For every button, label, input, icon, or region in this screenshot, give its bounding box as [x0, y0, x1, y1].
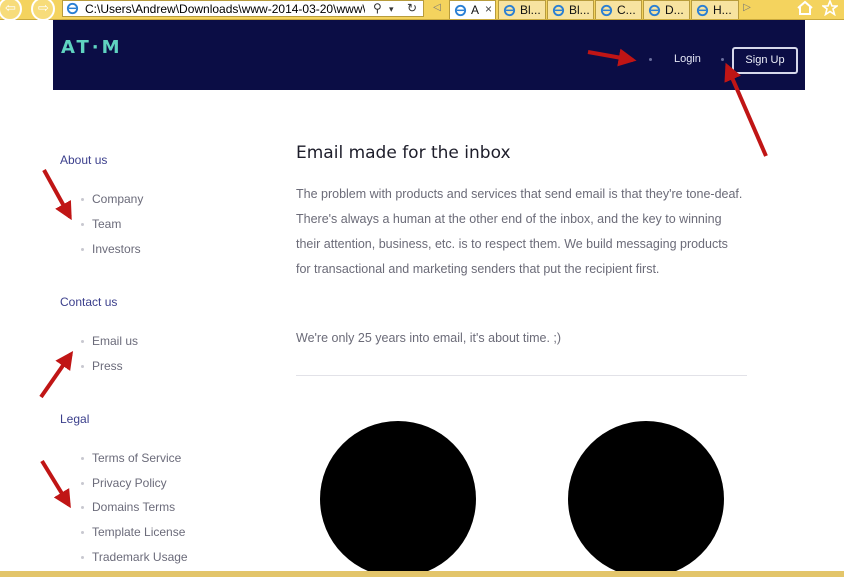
- list-bullet: [81, 531, 84, 534]
- tagline: We're only 25 years into email, it's abo…: [296, 331, 562, 345]
- sidebar-item-terms[interactable]: Terms of Service: [92, 451, 181, 465]
- ie-tab-icon: [696, 4, 709, 17]
- tab[interactable]: Bl...: [547, 0, 594, 19]
- page-title: Email made for the inbox: [296, 143, 511, 163]
- address-bar[interactable]: C:\Users\Andrew\Downloads\www-2014-03-20…: [62, 0, 424, 17]
- list-bullet: [81, 556, 84, 559]
- forward-button[interactable]: ⇨: [31, 0, 55, 21]
- favorites-star-icon[interactable]: [822, 0, 838, 16]
- sidebar-item-trademark-usage[interactable]: Trademark Usage: [92, 550, 188, 564]
- tab-label: Bl...: [569, 3, 590, 17]
- list-bullet: [81, 340, 84, 343]
- tab-label: D...: [665, 3, 684, 17]
- sidebar-item-privacy[interactable]: Privacy Policy: [92, 476, 167, 490]
- sidebar-item-template-license[interactable]: Template License: [92, 525, 185, 539]
- sidebar-item-company[interactable]: Company: [92, 192, 143, 206]
- intro-paragraph: The problem with products and services t…: [296, 187, 743, 276]
- ie-tab-icon: [600, 4, 613, 17]
- home-icon[interactable]: [796, 0, 814, 16]
- back-button[interactable]: ⇦: [0, 0, 22, 21]
- sidebar-item-investors[interactable]: Investors: [92, 242, 141, 256]
- login-link[interactable]: Login: [674, 53, 701, 65]
- site-header: AT·M Login Sign Up: [53, 20, 805, 90]
- list-bullet: [81, 223, 84, 226]
- tab[interactable]: Bl...: [498, 0, 546, 19]
- list-bullet: [81, 248, 84, 251]
- tab[interactable]: C...: [595, 0, 642, 19]
- avatar: [568, 421, 724, 577]
- avatar: [320, 421, 476, 577]
- dropdown-icon[interactable]: ▾: [389, 4, 394, 15]
- sidebar-item-email-us[interactable]: Email us: [92, 334, 138, 348]
- list-bullet: [81, 198, 84, 201]
- tab[interactable]: D...: [643, 0, 690, 19]
- tab-label: A: [471, 3, 480, 17]
- sidebar-item-domains-terms[interactable]: Domains Terms: [92, 500, 175, 514]
- refresh-icon[interactable]: ↻: [407, 1, 417, 15]
- list-bullet: [81, 457, 84, 460]
- address-url[interactable]: C:\Users\Andrew\Downloads\www-2014-03-20…: [85, 2, 365, 16]
- list-bullet: [81, 482, 84, 485]
- ie-tab-icon: [552, 4, 565, 17]
- ie-tab-icon: [454, 4, 467, 17]
- logo[interactable]: AT·M: [61, 37, 123, 58]
- divider: [296, 375, 747, 376]
- arrow-icon: [39, 351, 74, 399]
- arrow-icon: [40, 459, 71, 509]
- tab[interactable]: H...: [691, 0, 739, 19]
- nav-dot: [721, 58, 724, 61]
- search-icon[interactable]: ⚲: [373, 1, 382, 15]
- tab-close-icon[interactable]: ×: [485, 2, 492, 16]
- status-bar: [0, 571, 844, 577]
- sidebar-heading-about: About us: [60, 153, 108, 167]
- ie-tab-icon: [503, 4, 516, 17]
- tab-label: C...: [617, 3, 636, 17]
- tab-label: H...: [713, 3, 732, 17]
- list-bullet: [81, 506, 84, 509]
- browser-toolbar: ⇦ ⇨ C:\Users\Andrew\Downloads\www-2014-0…: [0, 0, 844, 21]
- sidebar-heading-contact: Contact us: [60, 295, 118, 309]
- arrow-icon: [42, 169, 72, 221]
- sidebar-heading-legal: Legal: [60, 412, 90, 426]
- back-arrow-icon: ⇦: [5, 1, 16, 16]
- sidebar-item-team[interactable]: Team: [92, 217, 121, 231]
- ie-page-icon: [66, 2, 79, 15]
- nav-dot: [649, 58, 652, 61]
- forward-arrow-icon: ⇨: [38, 1, 49, 16]
- sidebar-item-press[interactable]: Press: [92, 359, 123, 373]
- ie-tab-icon: [648, 4, 661, 17]
- tab-label: Bl...: [520, 3, 541, 17]
- signup-button[interactable]: Sign Up: [732, 47, 798, 74]
- tab-scroll-left-icon[interactable]: ◁: [431, 0, 443, 18]
- tab-scroll-right-icon[interactable]: ▷: [741, 0, 753, 18]
- tab-active[interactable]: A ×: [449, 0, 496, 19]
- list-bullet: [81, 365, 84, 368]
